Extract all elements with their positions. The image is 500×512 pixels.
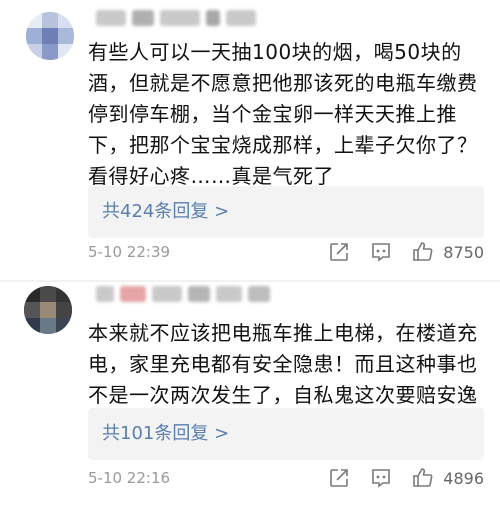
like-icon[interactable] — [411, 240, 435, 264]
avatar[interactable] — [26, 12, 74, 60]
share-icon[interactable] — [327, 466, 351, 490]
like-count: 8750 — [443, 242, 484, 262]
comment-item: 有些人可以一天抽100块的烟，喝50块的酒，但就是不愿意把他那该死的电瓶车缴费停… — [0, 0, 500, 280]
like-icon[interactable] — [411, 466, 435, 490]
view-replies-button[interactable]: 共424条回复 > — [88, 186, 484, 238]
comment-meta: 5-10 22:16 4896 — [88, 466, 484, 494]
comment-text: 有些人可以一天抽100块的烟，喝50块的酒，但就是不愿意把他那该死的电瓶车缴费停… — [88, 40, 478, 188]
avatar[interactable] — [24, 286, 72, 334]
like-count: 4896 — [443, 468, 484, 488]
username-blurred[interactable] — [96, 10, 256, 26]
comment-icon[interactable] — [369, 240, 393, 264]
comment-icon[interactable] — [369, 466, 393, 490]
comment-actions: 4896 — [309, 466, 484, 490]
comment-time: 5-10 22:16 — [88, 469, 171, 487]
username-blurred[interactable] — [96, 286, 270, 302]
share-icon[interactable] — [327, 240, 351, 264]
comment-actions: 8750 — [309, 240, 484, 264]
comment-text-body: 本来就不应该把电瓶车推上电梯，在楼道充电，家里充电都有安全隐患！而且这种事也不是… — [88, 321, 478, 407]
comment-time: 5-10 22:39 — [88, 243, 171, 261]
view-replies-button[interactable]: 共101条回复 > — [88, 408, 484, 460]
comment-meta: 5-10 22:39 8750 — [88, 240, 484, 268]
comment-item: 本来就不应该把电瓶车推上电梯，在楼道充电，家里充电都有安全隐患！而且这种事也不是… — [0, 282, 500, 512]
